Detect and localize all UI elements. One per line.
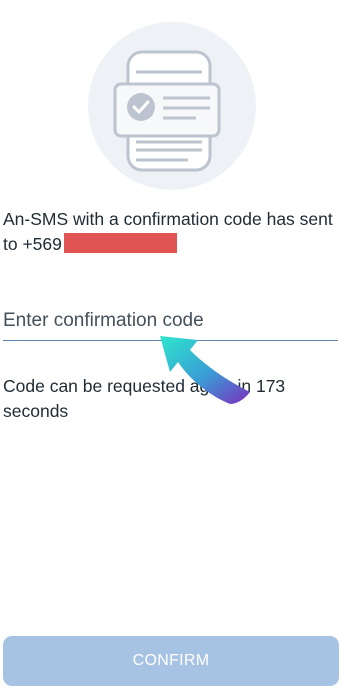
curved-arrow-icon — [160, 336, 250, 404]
confirm-button[interactable]: CONFIRM — [3, 636, 339, 686]
redacted-phone-number — [63, 233, 177, 253]
sms-sent-message: An-SMS with a confirmation code has sent… — [3, 207, 339, 257]
phone-with-sms-document-icon — [113, 50, 221, 172]
sms-illustration — [88, 22, 256, 190]
